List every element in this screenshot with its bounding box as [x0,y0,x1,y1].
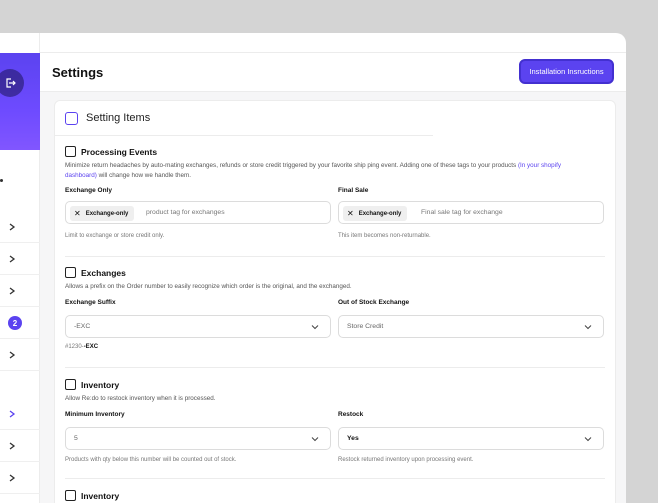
suffix-example: #1230--EXC [65,344,99,350]
chevron-right-icon [9,223,16,231]
sidebar-item[interactable] [0,243,40,275]
divider [65,367,605,368]
chevron-right-icon [9,442,16,450]
sidebar-item[interactable] [0,398,40,430]
restock-help: Restock returned inventory upon processi… [338,457,474,463]
exchange-suffix-label: Exchange Suffix [65,299,116,306]
divider [65,256,605,257]
sidebar-item[interactable] [0,339,40,371]
sidebar-header [0,53,40,150]
final-sale-placeholder: Final sale tag for exchange [421,209,503,216]
final-sale-label: Final Sale [338,187,369,194]
restock-select[interactable]: Yes [338,427,604,450]
chevron-down-icon [584,437,592,442]
section-title: Exchanges [65,267,126,278]
logout-button[interactable] [0,69,24,97]
sidebar-item[interactable] [0,462,40,494]
out-of-stock-select[interactable]: Store Credit [338,315,604,338]
chevron-right-icon [9,351,16,359]
sidebar-item[interactable] [0,211,40,243]
sidebar-item[interactable] [0,430,40,462]
page-title: Settings [52,65,104,80]
exchange-only-placeholder: product tag for exchanges [146,209,225,216]
calendar-icon [65,146,76,157]
section-description: Allow Re:do to restock inventory when it… [65,395,216,402]
restock-label: Restock [338,411,364,418]
out-of-stock-label: Out of Stock Exchange [338,299,410,306]
minimum-inventory-help: Products with qty below this number will… [65,457,237,463]
divider [65,478,605,479]
inventory-icon [65,490,76,501]
chevron-right-icon [9,410,16,418]
app-window: 2 Settings Installation Insructions Sett… [0,33,626,503]
minimum-inventory-select[interactable]: 5 [65,427,331,450]
chevron-right-icon [9,474,16,482]
inventory-section: Inventory Allow Re:do to restock invento… [65,379,605,479]
final-sale-help: This item becomes non-returnable. [338,233,431,239]
sidebar-item[interactable]: 2 [0,307,40,339]
section-description: Allows a prefix on the Order number to e… [65,283,352,290]
chevron-down-icon [311,325,319,330]
next-section: Inventory [65,490,605,503]
section-title: Inventory [65,379,119,390]
tag-chip: ✕ Exchange-only [343,206,408,221]
installation-instructions-button[interactable]: Installation Insructions [519,59,614,84]
exchange-only-help: Limit to exchange or store credit only. [65,233,165,239]
remove-tag-icon[interactable]: ✕ [347,209,354,218]
exchange-only-field[interactable]: ✕ Exchange-only product tag for exchanges [65,201,331,224]
tag-chip: ✕ Exchange-only [70,206,135,221]
notification-badge: 2 [8,316,22,330]
settings-card: Setting Items Processing Events Minimize… [54,100,616,503]
minimum-inventory-label: Minimum Inventory [65,411,125,418]
chevron-right-icon [9,255,16,263]
final-sale-field[interactable]: ✕ Exchange-only Final sale tag for exchan… [338,201,604,224]
exchanges-section: Exchanges Allows a prefix on the Order n… [65,267,605,367]
section-title: Inventory [65,490,119,501]
chevron-down-icon [311,437,319,442]
settings-list-icon [65,112,78,125]
sidebar-item[interactable] [0,275,40,307]
card-title: Setting Items [86,112,151,124]
chevron-right-icon [9,287,16,295]
exchange-icon [65,267,76,278]
remove-tag-icon[interactable]: ✕ [74,209,81,218]
card-header: Setting Items [55,101,433,136]
sidebar-dot [0,179,3,182]
logout-icon [6,78,16,88]
inventory-icon [65,379,76,390]
exchange-only-label: Exchange Only [65,187,112,194]
exchange-suffix-select[interactable]: -EXC [65,315,331,338]
section-title: Processing Events [65,146,157,157]
section-description: Minimize return headaches by auto-mating… [65,162,561,179]
sidebar: 2 [0,33,40,503]
chevron-down-icon [584,325,592,330]
processing-events-section: Processing Events Minimize return headac… [65,146,605,246]
top-bar: Settings Installation Insructions [40,52,626,92]
